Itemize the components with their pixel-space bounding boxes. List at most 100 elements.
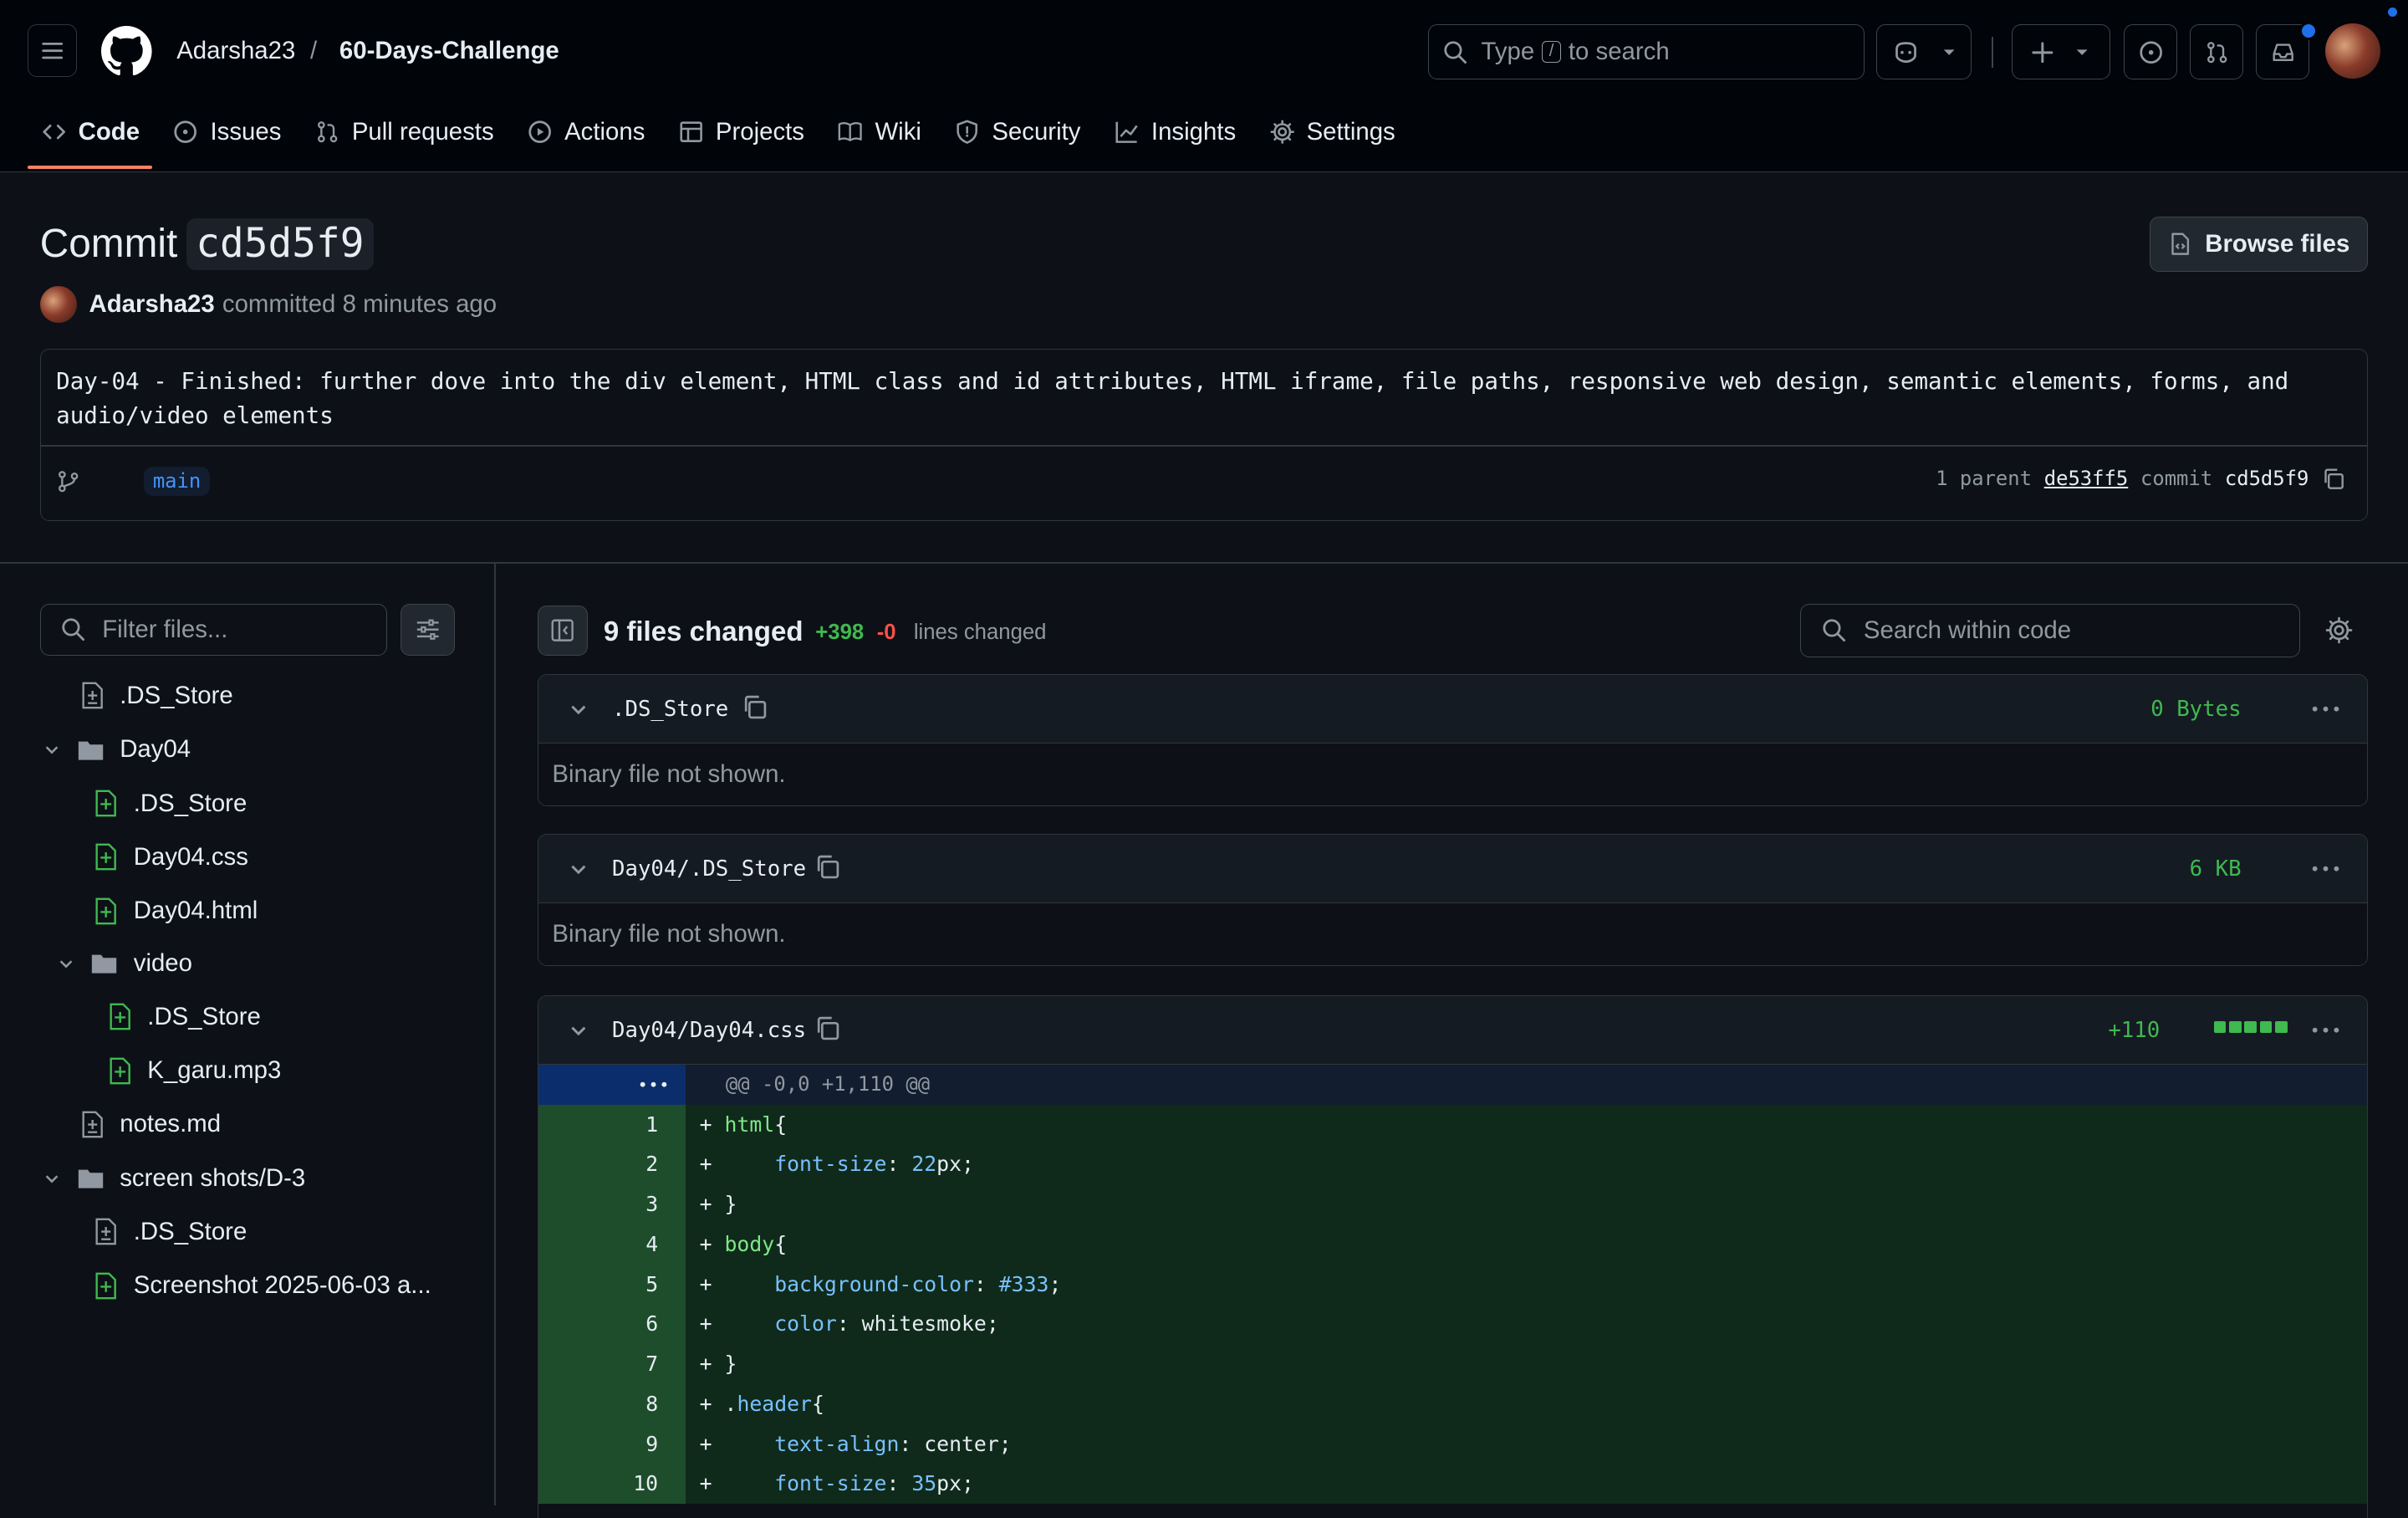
tree-folder[interactable]: screen shots/D-3 <box>43 1153 305 1204</box>
repo-name-link[interactable]: 60-Days-Challenge <box>339 37 559 65</box>
line-number[interactable]: 2 <box>538 1144 686 1185</box>
line-number[interactable]: 8 <box>538 1383 686 1424</box>
code-token: : whitesmoke; <box>836 1311 999 1337</box>
divider <box>40 444 2368 447</box>
code-token: px; <box>936 1152 974 1177</box>
hunk-range: @@ -0,0 +1,110 @@ <box>725 1071 931 1096</box>
diff-file-card: .DS_Store 0 Bytes Binary file not shown. <box>537 674 2369 806</box>
line-number[interactable]: 4 <box>538 1224 686 1265</box>
diff-file-size: 0 Bytes <box>2150 697 2242 722</box>
tree-file[interactable]: .DS_Store <box>94 1206 247 1258</box>
menu-button[interactable] <box>28 24 77 77</box>
tree-file[interactable]: .DS_Store <box>80 670 233 722</box>
file-diff-added-icon <box>95 897 116 925</box>
tree-label: K_garu.mp3 <box>147 1056 282 1085</box>
branch-link[interactable]: main <box>143 466 211 496</box>
tree-file[interactable]: Screenshot 2025-06-03 a... <box>94 1260 431 1311</box>
diff-settings-button[interactable] <box>2325 616 2353 644</box>
tab-security[interactable]: Security <box>941 108 1094 157</box>
file-diff-modified-icon <box>81 682 103 709</box>
parent-sha-link[interactable]: de53ff5 <box>2044 467 2129 490</box>
diff-file-name[interactable]: .DS_Store <box>612 697 728 722</box>
tree-file[interactable]: .DS_Store <box>94 777 247 829</box>
kebab-menu-icon[interactable] <box>2312 706 2339 712</box>
diff-file-name[interactable]: Day04/.DS_Store <box>612 856 806 882</box>
line-number[interactable]: 9 <box>538 1423 686 1464</box>
line-number[interactable]: 5 <box>538 1264 686 1305</box>
code-text: + background-color: #333; <box>686 1264 2368 1305</box>
active-tab-indicator <box>28 166 152 170</box>
tree-folder[interactable]: Day04 <box>43 723 191 775</box>
issues-button[interactable] <box>2124 24 2178 80</box>
file-diff-modified-icon <box>95 1219 116 1245</box>
tree-file[interactable]: notes.md <box>80 1098 221 1150</box>
copy-icon[interactable] <box>2321 467 2345 491</box>
diff-file-card: Day04/.DS_Store 6 KB Binary file not sho… <box>537 834 2369 966</box>
filter-files-input[interactable]: Filter files... <box>39 603 387 657</box>
search-within-code-input[interactable]: Search within code <box>1799 603 2301 658</box>
ellipsis-icon <box>640 1081 667 1087</box>
code-token: text-align <box>774 1431 900 1456</box>
code-line: 2 + font-size: 22px; <box>538 1144 2368 1185</box>
tab-label: Insights <box>1150 117 1237 146</box>
code-token: html <box>724 1112 775 1137</box>
line-number[interactable]: 3 <box>538 1184 686 1224</box>
tab-settings[interactable]: Settings <box>1256 108 1409 157</box>
diffstat-block <box>2213 1020 2227 1034</box>
expand-hunk-button[interactable] <box>538 1064 686 1105</box>
repo-owner-link[interactable]: Adarsha23 <box>176 37 295 65</box>
tab-wiki[interactable]: Wiki <box>824 108 936 157</box>
author-avatar[interactable] <box>39 285 77 323</box>
line-number[interactable]: 7 <box>538 1344 686 1384</box>
global-search-input[interactable]: Type / to search <box>1428 24 1865 80</box>
chevron-down-icon[interactable] <box>568 858 589 880</box>
line-number[interactable]: 10 <box>538 1464 686 1505</box>
browse-files-button[interactable]: Browse files <box>2150 216 2369 273</box>
code-text: + html{ <box>686 1104 2368 1145</box>
lines-changed-label: lines changed <box>913 621 1047 645</box>
author-name-link[interactable]: Adarsha23 <box>89 290 215 319</box>
user-avatar[interactable] <box>2324 23 2380 79</box>
tab-issues[interactable]: Issues <box>160 108 295 157</box>
filter-options-button[interactable] <box>400 603 455 657</box>
code-search-placeholder: Search within code <box>1863 616 2072 644</box>
filter-placeholder: Filter files... <box>102 616 228 644</box>
pull-requests-button[interactable] <box>2190 24 2244 80</box>
kebab-menu-icon[interactable] <box>2312 1027 2339 1033</box>
tab-code[interactable]: Code <box>28 108 154 157</box>
line-number[interactable]: 6 <box>538 1304 686 1345</box>
chevron-down-icon[interactable] <box>568 698 589 720</box>
tab-projects[interactable]: Projects <box>665 108 818 157</box>
code-line: 5 + background-color: #333; <box>538 1264 2368 1305</box>
tab-pull-requests[interactable]: Pull requests <box>301 108 508 157</box>
tab-insights[interactable]: Insights <box>1100 108 1249 157</box>
toggle-file-tree-button[interactable] <box>537 605 589 657</box>
search-prefix: Type <box>1481 38 1535 66</box>
kebab-menu-icon[interactable] <box>2312 866 2339 871</box>
tree-file[interactable]: K_garu.mp3 <box>108 1045 282 1096</box>
folder-icon <box>78 1169 104 1188</box>
diff-file-size: 6 KB <box>2189 856 2242 882</box>
line-number[interactable]: 1 <box>538 1104 686 1145</box>
create-new-button[interactable] <box>2012 24 2110 80</box>
chevron-down-icon <box>46 1175 59 1183</box>
search-shortcut-key: / <box>1542 41 1561 64</box>
github-logo-icon[interactable] <box>101 26 152 77</box>
diff-sign: + <box>699 1192 712 1217</box>
tree-folder[interactable]: video <box>57 937 192 989</box>
tab-actions[interactable]: Actions <box>514 108 659 157</box>
copy-icon[interactable] <box>741 693 768 721</box>
copy-icon[interactable] <box>814 1015 841 1042</box>
chevron-down-icon[interactable] <box>568 1020 589 1041</box>
pull-request-icon <box>2206 41 2227 63</box>
tree-file[interactable]: Day04.html <box>94 885 258 937</box>
diff-file-name[interactable]: Day04/Day04.css <box>612 1018 806 1043</box>
copilot-button[interactable] <box>1876 24 1972 80</box>
copy-icon[interactable] <box>814 853 841 881</box>
tree-file[interactable]: .DS_Store <box>108 991 261 1043</box>
tree-file[interactable]: Day04.css <box>94 831 248 883</box>
